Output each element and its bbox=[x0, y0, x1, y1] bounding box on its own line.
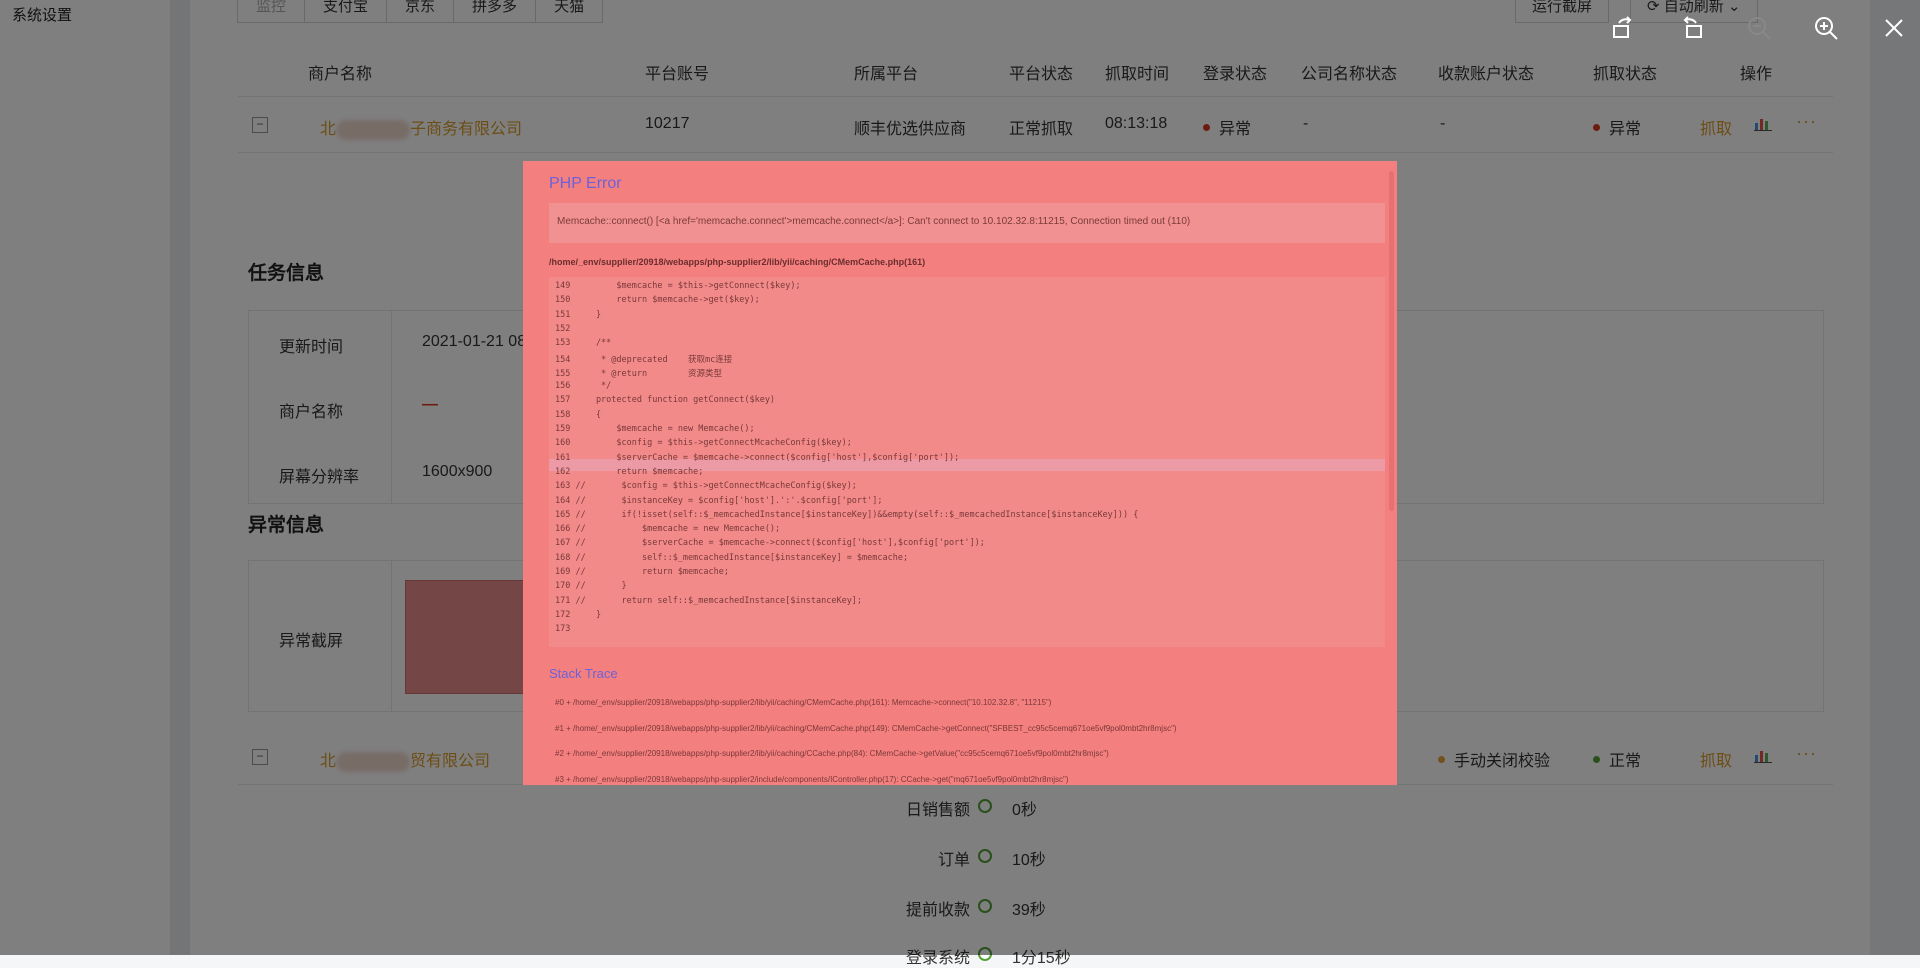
stack-trace-line: #1 + /home/_env/supplier/20918/webapps/p… bbox=[555, 723, 1177, 733]
code-line: 158 { bbox=[555, 409, 602, 420]
code-line: 163 // $config = $this->getConnectMcache… bbox=[555, 481, 857, 492]
code-line: 165 // if(!isset(self::$_memcachedInstan… bbox=[555, 509, 1139, 520]
code-line: 173 bbox=[555, 624, 571, 635]
code-line: 152 bbox=[555, 323, 571, 334]
code-line: 153 /** bbox=[555, 338, 612, 349]
zoom-out-icon[interactable] bbox=[1745, 14, 1773, 42]
close-icon[interactable] bbox=[1880, 14, 1908, 42]
preview-scrollbar[interactable] bbox=[1389, 171, 1394, 511]
rotate-left-icon[interactable] bbox=[1609, 14, 1637, 42]
preview-image[interactable]: PHP Error Memcache::connect() [<a href='… bbox=[523, 161, 1397, 785]
code-line: 164 // $instanceKey = $config['host'].':… bbox=[555, 495, 883, 506]
code-line: 168 // self::$_memcachedInstance[$instan… bbox=[555, 552, 909, 563]
code-line: 169 // return $memcache; bbox=[555, 567, 729, 577]
stack-trace-title: Stack Trace bbox=[549, 666, 618, 681]
code-line: 162 return $memcache; bbox=[555, 466, 704, 477]
code-line: 156 */ bbox=[555, 381, 612, 392]
code-line: 154 * @deprecated 获取mc连接 bbox=[555, 354, 733, 365]
php-error-title: PHP Error bbox=[549, 175, 622, 192]
code-line: 160 $config = $this->getConnectMcacheCon… bbox=[555, 438, 852, 449]
code-line: 150 return $memcache->get($key); bbox=[555, 295, 760, 306]
code-line: 151 } bbox=[555, 309, 602, 320]
code-line: 170 // } bbox=[555, 581, 627, 592]
zoom-in-icon[interactable] bbox=[1812, 14, 1840, 42]
php-error-message: Memcache::connect() [<a href='memcache.c… bbox=[549, 203, 1385, 243]
stack-trace-line: #3 + /home/_env/supplier/20918/webapps/p… bbox=[555, 774, 1069, 784]
rotate-right-icon[interactable] bbox=[1678, 14, 1706, 42]
stack-trace-line: #0 + /home/_env/supplier/20918/webapps/p… bbox=[555, 698, 1052, 707]
code-line: 157 protected function getConnect($key) bbox=[555, 395, 776, 406]
code-line: 166 // $memcache = new Memcache(); bbox=[555, 524, 781, 535]
code-line: 161 $serverCache = $memcache->connect($c… bbox=[555, 452, 960, 463]
stack-trace-line: #2 + /home/_env/supplier/20918/webapps/p… bbox=[555, 749, 1109, 758]
code-line: 167 // $serverCache = $memcache->connect… bbox=[555, 538, 985, 549]
code-line: 172 } bbox=[555, 609, 602, 620]
php-code-block: 149 $memcache = $this->getConnect($key);… bbox=[549, 277, 1385, 647]
code-line: 171 // return self::$_memcachedInstance[… bbox=[555, 595, 863, 606]
code-line: 159 $memcache = new Memcache(); bbox=[555, 424, 755, 434]
code-line: 155 * @return 资源类型 bbox=[555, 368, 723, 379]
php-error-path: /home/_env/supplier/20918/webapps/php-su… bbox=[549, 257, 926, 267]
code-line: 149 $memcache = $this->getConnect($key); bbox=[555, 281, 801, 291]
